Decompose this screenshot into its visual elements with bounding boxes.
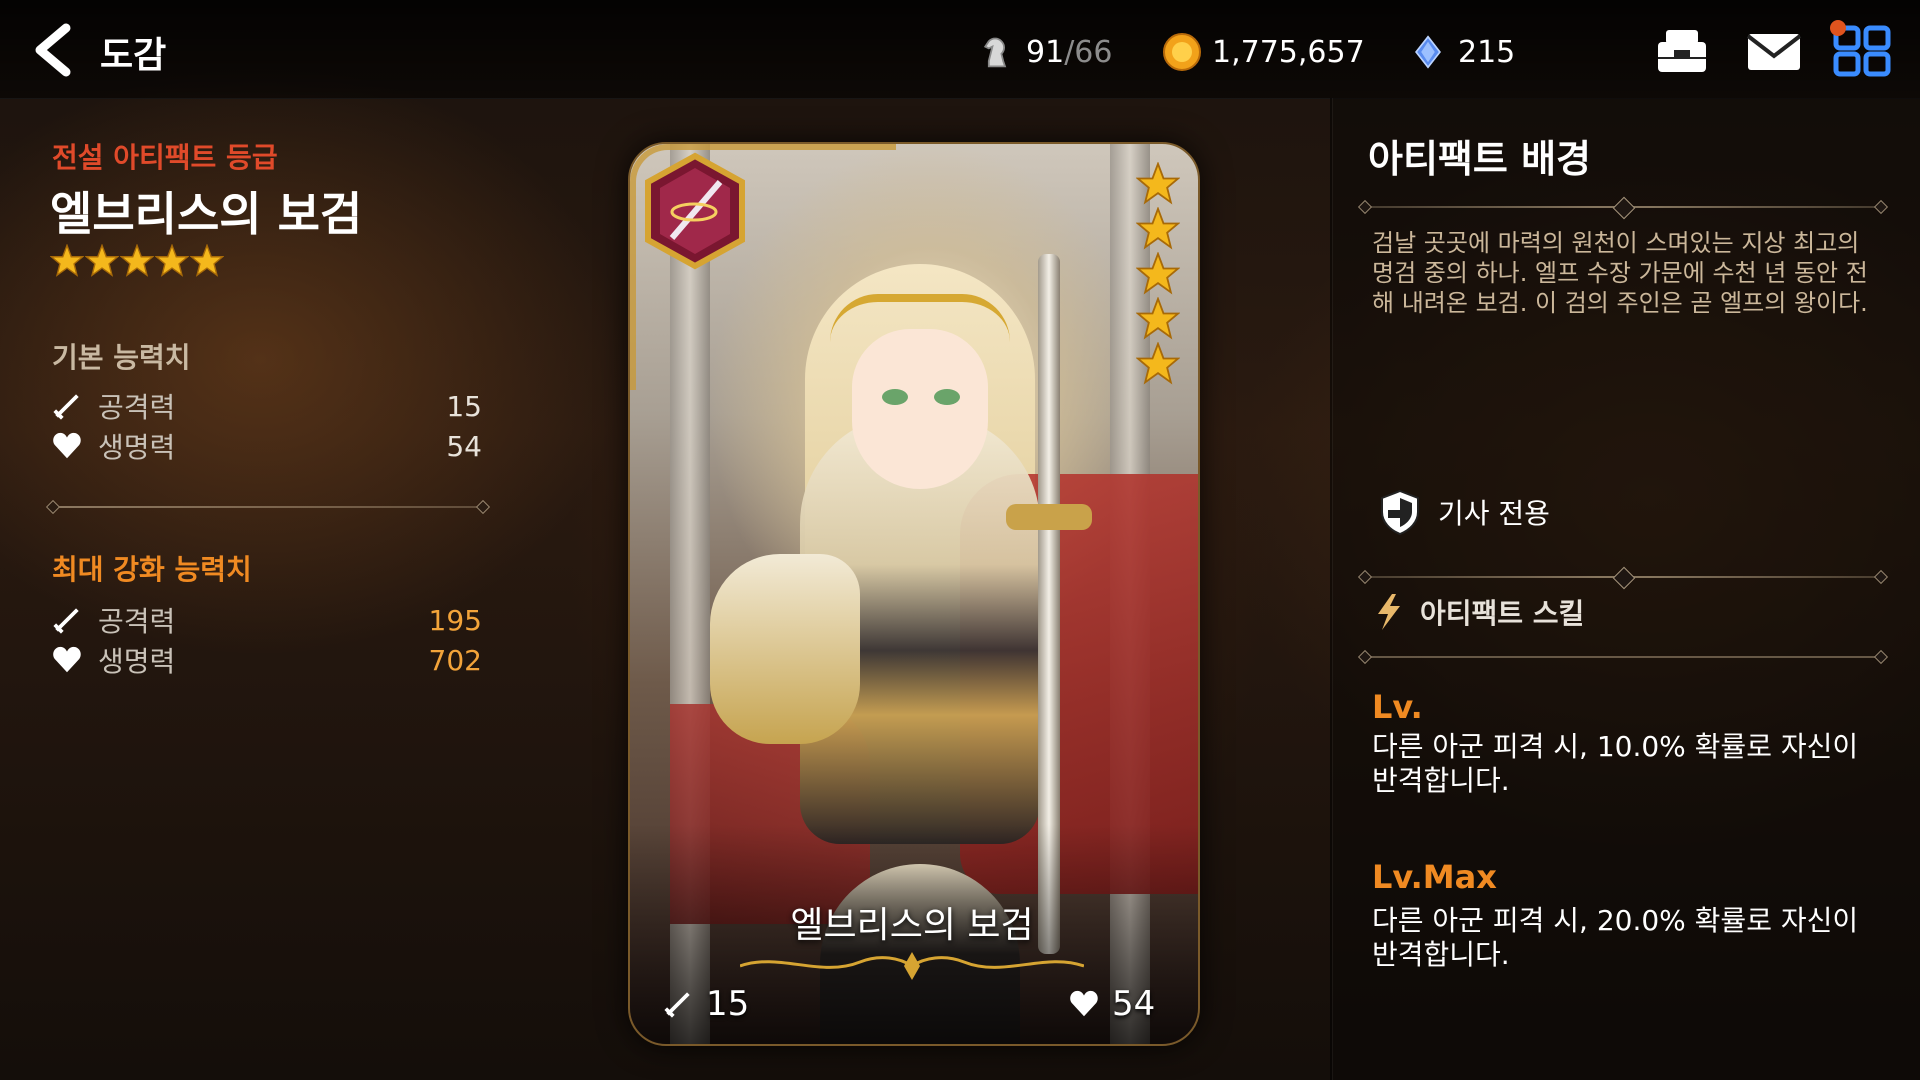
star-icon — [190, 244, 224, 277]
inventory-button[interactable] — [1652, 24, 1712, 78]
crystal-icon — [1408, 32, 1448, 72]
panel-divider — [1330, 98, 1332, 1080]
stat-label: 공격력 — [98, 391, 176, 424]
card-hp-value: 54 — [1112, 984, 1156, 1024]
inventory-chest-icon — [1658, 30, 1706, 72]
star-icon — [120, 244, 154, 277]
divider — [52, 506, 484, 508]
card-armor — [710, 554, 860, 744]
stamina-max: /66 — [1064, 34, 1113, 70]
max-hp-row: 생명력 702 — [50, 640, 482, 680]
gold-coin-icon — [1162, 32, 1202, 72]
skill-title: 아티팩트 스킬 — [1420, 597, 1585, 630]
skill-level-label: Lv. — [1372, 688, 1423, 726]
mail-button[interactable] — [1744, 24, 1804, 78]
base-stats-title: 기본 능력치 — [52, 341, 191, 374]
star-icon — [1136, 342, 1180, 385]
artifact-name: 엘브리스의 보검 — [50, 187, 363, 241]
star-icon — [1136, 207, 1180, 250]
ornament-divider — [1357, 196, 1889, 220]
card-hp: 54 — [1068, 984, 1155, 1024]
back-button[interactable] — [26, 20, 86, 80]
stamina-counter[interactable]: 91/66 — [976, 32, 1112, 72]
skill-max-level-description: 다른 아군 피격 시, 20.0% 확률로 자신이 반격합니다. — [1372, 904, 1859, 971]
card-sword-guard — [1006, 504, 1092, 530]
stat-value: 15 — [446, 389, 482, 423]
class-restriction-label: 기사 전용 — [1438, 497, 1550, 530]
stat-value: 54 — [446, 429, 482, 463]
stamina-value: 91 — [1026, 34, 1065, 70]
card-name: 엘브리스의 보검 — [790, 905, 1034, 946]
stat-label: 공격력 — [98, 605, 176, 638]
back-arrow-icon — [35, 23, 71, 77]
star-icon — [1136, 162, 1180, 205]
stat-value: 195 — [428, 603, 482, 637]
stat-value: 702 — [428, 643, 482, 677]
card-stars — [1136, 162, 1182, 387]
max-attack-row: 공격력 195 — [50, 600, 482, 640]
artifact-description: 검날 곳곳에 마력의 원천이 스며있는 지상 최고의 명검 중의 하나. 엘프 … — [1372, 229, 1868, 317]
chess-knight-icon — [976, 32, 1016, 72]
sword-icon — [50, 603, 84, 637]
ornament-divider — [1357, 566, 1889, 590]
stat-label: 생명력 — [98, 431, 176, 464]
star-icon — [1136, 252, 1180, 295]
artifact-grade: 전설 아티팩트 등급 — [52, 141, 278, 174]
max-stats-title: 최대 강화 능력치 — [52, 553, 252, 586]
class-restriction: 기사 전용 — [1376, 488, 1550, 536]
card-attack: 15 — [662, 984, 749, 1024]
star-icon — [50, 244, 84, 277]
top-bar: 도감 91/66 1,775,657 215 — [0, 0, 1920, 99]
sword-icon — [50, 389, 84, 423]
heart-icon — [50, 429, 84, 463]
notification-dot — [1830, 20, 1846, 36]
artifact-stars — [50, 244, 225, 278]
stat-label: 생명력 — [98, 645, 176, 678]
heart-icon — [1068, 987, 1102, 1021]
sword-icon — [662, 987, 696, 1021]
star-icon — [85, 244, 119, 277]
card-attack-value: 15 — [706, 984, 750, 1024]
crystal-value: 215 — [1458, 34, 1516, 70]
artifact-type-emblem-icon — [645, 152, 745, 270]
heart-icon — [50, 643, 84, 677]
knight-shield-icon — [1381, 489, 1419, 536]
skill-level-description: 다른 아군 피격 시, 10.0% 확률로 자신이 반격합니다. — [1372, 730, 1859, 797]
skill-max-level-label: Lv.Max — [1372, 858, 1497, 896]
mail-icon — [1746, 34, 1802, 70]
star-icon — [155, 244, 189, 277]
background-title: 아티팩트 배경 — [1368, 137, 1591, 181]
divider — [1357, 649, 1889, 665]
lightning-icon — [1378, 594, 1400, 630]
star-icon — [1136, 297, 1180, 340]
card-eye — [882, 389, 908, 405]
gold-value: 1,775,657 — [1212, 34, 1365, 70]
base-attack-row: 공격력 15 — [50, 386, 482, 426]
card-eye — [934, 389, 960, 405]
crystal-counter[interactable]: 215 — [1408, 32, 1515, 72]
gold-counter[interactable]: 1,775,657 — [1162, 32, 1365, 72]
skill-header: 아티팩트 스킬 — [1372, 592, 1584, 632]
card-ornament — [740, 952, 1084, 980]
base-hp-row: 생명력 54 — [50, 426, 482, 466]
page-title: 도감 — [100, 35, 167, 76]
